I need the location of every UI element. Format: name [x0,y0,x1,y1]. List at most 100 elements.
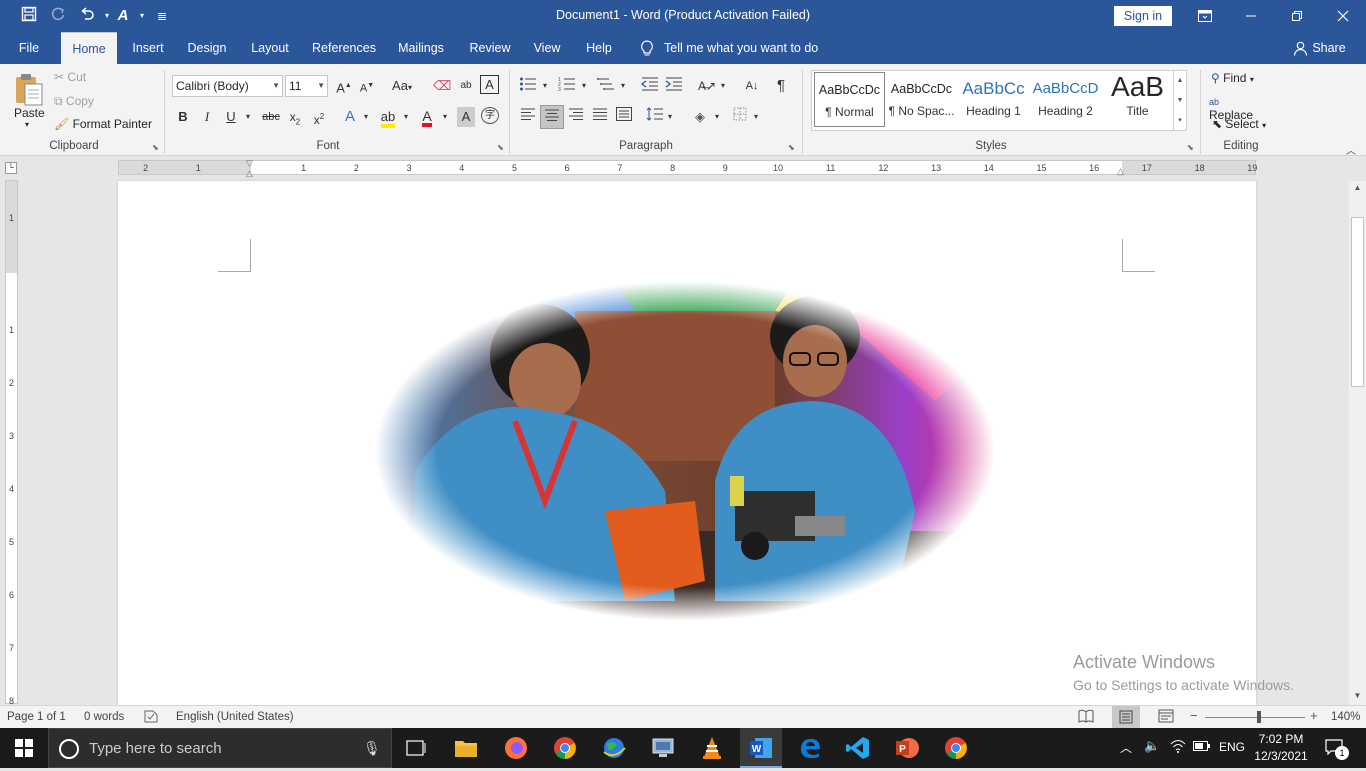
asian-layout-icon[interactable]: A̶↗ [696,76,718,96]
vertical-ruler[interactable]: 112345678 [5,180,18,706]
styles-launcher-icon[interactable]: ⬊ [1187,143,1194,152]
font-launcher-icon[interactable]: ⬊ [497,143,504,152]
tab-references[interactable]: References [305,32,383,64]
copy-button[interactable]: ⧉ Copy [54,94,94,109]
web-layout-icon[interactable] [1158,709,1174,723]
select-button[interactable]: ⬉ Select ▾ [1212,117,1266,131]
decrease-indent-icon[interactable] [640,76,660,96]
tab-mailings[interactable]: Mailings [390,32,452,64]
paste-dropdown-icon[interactable]: ▾ [25,120,29,129]
italic-icon[interactable]: I [199,107,215,127]
scroll-down-icon[interactable]: ▼ [1352,691,1363,703]
clear-formatting-icon[interactable]: ⌫ [433,76,451,96]
word-taskbar-active[interactable]: W [740,728,782,768]
taskbar-search-box[interactable]: Type here to search 🎙 [48,728,392,768]
close-icon[interactable] [1320,0,1366,32]
network-app-icon[interactable] [643,732,683,764]
notification-center-icon[interactable]: 1 [1325,739,1349,760]
volume-icon[interactable]: 🔈 [1144,738,1160,754]
minimize-icon[interactable] [1228,0,1274,32]
powerpoint-icon[interactable]: P [887,732,927,764]
font-size-combo[interactable]: 11 ▼ [285,75,328,97]
file-explorer-icon[interactable] [446,732,486,764]
chevron-up-icon[interactable]: ▲ [1174,71,1186,91]
distributed-icon[interactable] [614,107,634,127]
right-indent-marker[interactable]: △ [1117,166,1124,177]
font-color-icon[interactable]: A [417,107,437,127]
paste-icon[interactable] [13,72,45,108]
tab-home[interactable]: Home [61,32,117,64]
grow-font-icon[interactable]: A▲ [335,76,353,96]
scrollbar-thumb[interactable] [1351,217,1364,387]
underline-dropdown-icon[interactable]: ▾ [242,107,254,127]
borders-icon[interactable] [730,107,750,127]
text-effects-dropdown-icon[interactable]: ▾ [360,107,372,127]
windows-start-icon[interactable] [4,732,44,764]
horizontal-ruler[interactable]: 2 1 1 2 3 4 5 6 7 8 9 10 11 12 13 14 15 16 17 18 19 ▽ △ △ [118,158,1257,178]
wifi-icon[interactable] [1170,738,1186,754]
undo-icon[interactable] [76,6,98,26]
zoom-slider-thumb[interactable] [1257,711,1261,723]
read-mode-icon[interactable] [1078,709,1094,723]
sign-in-button[interactable]: Sign in [1114,6,1172,26]
font-color-dropdown-icon[interactable]: ▾ [439,107,451,127]
align-left-icon[interactable] [518,107,538,127]
line-spacing-icon[interactable] [644,107,666,127]
bullets-dropdown-icon[interactable]: ▾ [539,76,551,96]
zoom-level[interactable]: 140% [1331,711,1360,723]
show-hide-formatting-icon[interactable]: ¶ [772,76,790,96]
vertical-scrollbar[interactable]: ▲ ▼ [1349,181,1366,705]
customize-qat-icon[interactable]: ≣ [151,6,173,26]
clipboard-launcher-icon[interactable]: ⬊ [152,143,159,152]
tab-help[interactable]: Help [578,32,620,64]
hanging-indent-marker[interactable]: △ [246,168,253,179]
style-no-spacing[interactable]: AaBbCcDc ¶ No Spac... [886,72,957,127]
numbering-icon[interactable]: 123 [557,76,577,96]
enclose-characters-icon[interactable]: 字 [481,107,499,124]
bullets-icon[interactable] [518,76,538,96]
paste-button[interactable]: Paste [14,106,45,120]
zoom-in-icon[interactable]: + [1310,708,1318,723]
shading-dropdown-icon[interactable]: ▾ [711,107,723,127]
change-case-icon[interactable]: Aa▾ [387,76,417,96]
clock-date[interactable]: 12/3/2021 [1252,749,1310,763]
print-layout-icon[interactable] [1112,706,1140,728]
character-shading-icon[interactable]: A [457,107,475,127]
character-border-icon[interactable]: A [480,75,499,94]
document-page[interactable] [118,181,1256,705]
zoom-out-icon[interactable]: − [1190,708,1198,723]
battery-icon[interactable] [1193,740,1211,752]
vscode-icon[interactable] [838,732,878,764]
tab-selector[interactable]: └ [5,162,17,174]
chrome-icon-2[interactable] [936,732,976,764]
proofing-icon[interactable] [144,709,158,723]
tab-view[interactable]: View [527,32,567,64]
zoom-slider-track[interactable] [1205,717,1305,718]
save-icon[interactable] [18,6,40,26]
autosave-icon[interactable] [47,6,69,26]
word-count[interactable]: 0 words [84,711,124,723]
edge-icon[interactable] [790,732,830,764]
tab-review[interactable]: Review [463,32,517,64]
style-heading-1[interactable]: AaBbCc Heading 1 [958,72,1029,127]
chrome-icon[interactable] [545,732,585,764]
globe-app-icon[interactable] [594,732,634,764]
photo-oval-image[interactable] [375,281,995,621]
show-hidden-icons-icon[interactable]: ︿ [1120,739,1132,756]
style-heading-2[interactable]: AaBbCcD Heading 2 [1030,72,1101,127]
text-effects-icon[interactable]: A [340,107,360,127]
asian-layout-dropdown-icon[interactable]: ▾ [717,76,729,96]
superscript-icon[interactable]: x2 [310,107,328,127]
scroll-up-icon[interactable]: ▲ [1352,183,1363,195]
cut-button[interactable]: ✂ Cut [54,70,86,84]
format-painter-button[interactable]: 🖌 Format Painter [54,117,152,131]
style-title[interactable]: AaB Title [1102,72,1173,127]
align-center-icon[interactable] [540,105,564,129]
phonetic-guide-icon[interactable]: ab [457,76,475,96]
firefox-icon[interactable] [496,732,536,764]
highlight-dropdown-icon[interactable]: ▾ [400,107,412,127]
shrink-font-icon[interactable]: A▼ [358,76,376,96]
sort-icon[interactable]: A↓ [742,76,762,96]
collapse-ribbon-icon[interactable]: ︿ [1346,142,1356,157]
find-button[interactable]: ⚲ Find ▾ [1211,71,1254,85]
